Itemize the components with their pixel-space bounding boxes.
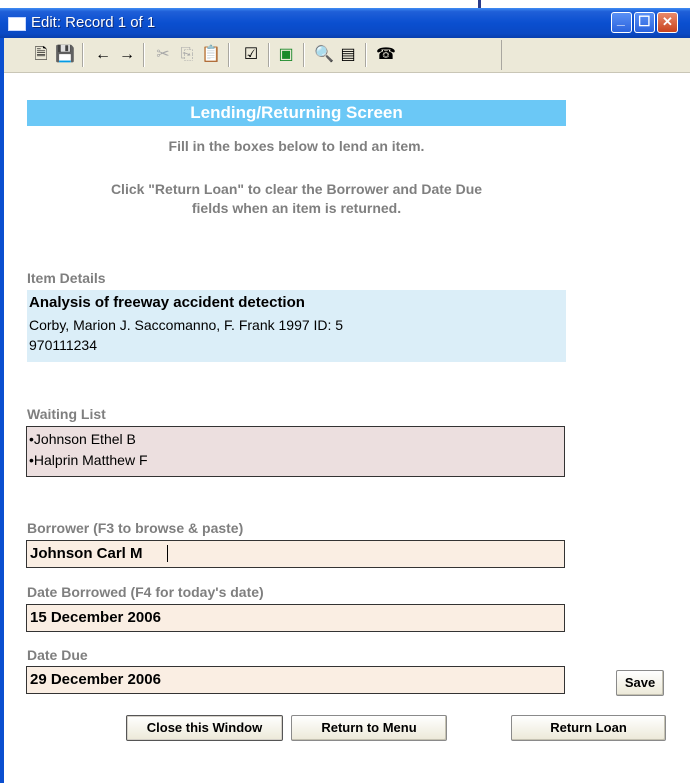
cut-icon[interactable]: ✂	[152, 44, 174, 66]
window-client-area: 🗎 💾 ← → ✂ ⎘ 📋 ☑ ▣ 🔍 ▤ ☎ Lending/Returnin…	[4, 38, 690, 783]
maximize-icon: ☐	[638, 13, 651, 29]
copy-icon[interactable]: ⎘	[176, 44, 198, 66]
desktop-background	[0, 0, 690, 8]
toolbar-separator	[143, 43, 145, 67]
date-due-label: Date Due	[27, 647, 88, 663]
item-details-box: Analysis of freeway accident detection C…	[27, 290, 566, 362]
toolbar-separator	[365, 43, 367, 67]
minimize-button[interactable]: _	[611, 11, 632, 33]
date-due-field[interactable]: 29 December 2006	[26, 666, 565, 694]
window-icon	[8, 17, 26, 31]
waiting-list-box[interactable]: •Johnson Ethel B •Halprin Matthew F	[26, 426, 565, 477]
find-icon[interactable]: 🔍	[313, 44, 335, 66]
spellcheck-icon[interactable]: ☑	[240, 44, 262, 66]
form-header: Lending/Returning Screen	[27, 100, 566, 126]
toolbar-separator	[82, 43, 84, 67]
date-borrowed-field[interactable]: 15 December 2006	[26, 604, 565, 632]
edit-record-window: Edit: Record 1 of 1 _ ☐ ✕ 🗎 💾 ← → ✂ ⎘ 📋 …	[0, 8, 690, 783]
image-icon[interactable]: ▣	[275, 44, 297, 66]
next-arrow-icon[interactable]: →	[116, 44, 138, 66]
previous-arrow-icon[interactable]: ←	[92, 44, 114, 66]
borrower-value: Johnson Carl M	[30, 545, 143, 562]
return-instruction-line2: fields when an item is returned.	[191, 200, 402, 216]
return-instruction-line1: Click "Return Loan" to clear the Borrowe…	[110, 181, 483, 197]
maximize-button[interactable]: ☐	[634, 12, 655, 33]
close-icon: ✕	[662, 14, 673, 29]
date-borrowed-value: 15 December 2006	[30, 609, 161, 626]
date-borrowed-label: Date Borrowed (F4 for today's date)	[27, 584, 264, 600]
borrower-label: Borrower (F3 to browse & paste)	[27, 520, 244, 536]
phone-icon[interactable]: ☎	[375, 44, 397, 66]
waiting-list-item: •Johnson Ethel B	[29, 431, 136, 447]
toolbar: 🗎 💾 ← → ✂ ⎘ 📋 ☑ ▣ 🔍 ▤ ☎	[4, 38, 690, 73]
date-due-value: 29 December 2006	[30, 671, 161, 688]
toolbar-separator	[268, 43, 270, 67]
desktop-window-edge	[478, 0, 481, 8]
toolbar-separator	[303, 43, 305, 67]
waiting-list-item: •Halprin Matthew F	[29, 452, 148, 468]
item-authors-line: Corby, Marion J. Saccomanno, F. Frank 19…	[29, 317, 344, 333]
return-to-menu-button[interactable]: Return to Menu	[291, 715, 447, 741]
paste-icon[interactable]: 📋	[200, 44, 222, 66]
close-button[interactable]: ✕	[657, 12, 678, 33]
waiting-list-label: Waiting List	[27, 406, 106, 422]
return-loan-button[interactable]: Return Loan	[511, 715, 666, 741]
text-caret	[167, 545, 168, 562]
item-id-line: 970111234	[29, 337, 97, 353]
save-icon[interactable]: 💾	[54, 44, 76, 66]
close-window-button[interactable]: Close this Window	[126, 715, 283, 741]
form-view-icon[interactable]: ▤	[337, 44, 359, 66]
lend-instruction: Fill in the boxes below to lend an item.	[168, 138, 425, 154]
save-button[interactable]: Save	[616, 670, 664, 696]
item-title: Analysis of freeway accident detection	[29, 294, 305, 311]
title-bar[interactable]: Edit: Record 1 of 1 _ ☐ ✕	[0, 8, 690, 38]
item-details-label: Item Details	[27, 270, 106, 286]
borrower-field[interactable]: Johnson Carl M	[26, 540, 565, 568]
toolbar-end-divider	[501, 40, 502, 70]
new-record-icon[interactable]: 🗎	[30, 44, 52, 66]
toolbar-separator	[228, 43, 230, 67]
minimize-icon: _	[617, 11, 625, 27]
window-title: Edit: Record 1 of 1	[31, 14, 156, 31]
